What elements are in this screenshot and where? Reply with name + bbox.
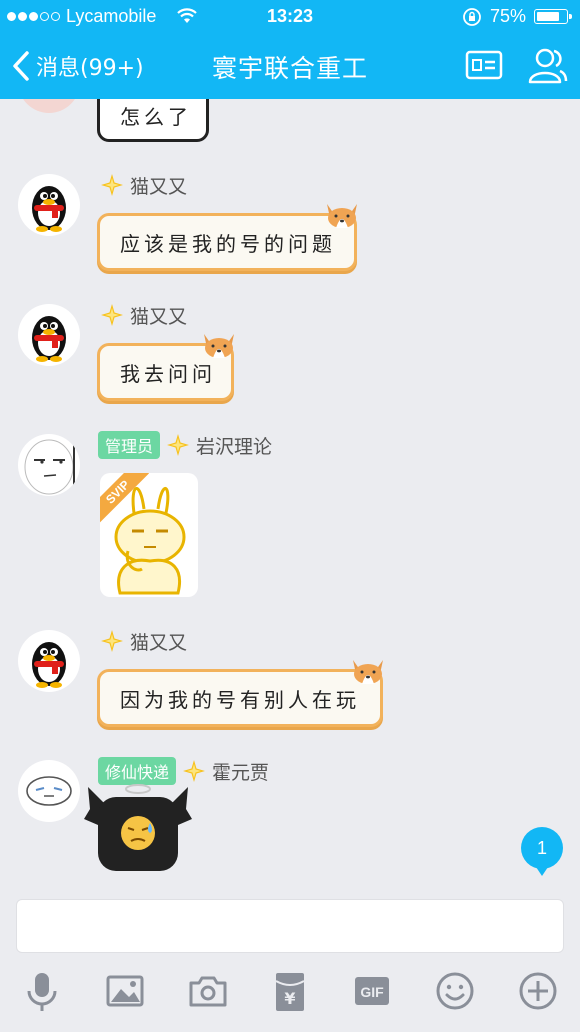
avatar[interactable]: [18, 174, 80, 236]
corgi-decoration-icon: [327, 204, 357, 228]
gif-icon: GIF: [355, 977, 389, 1005]
level-star-icon: [101, 630, 123, 652]
rotation-lock-icon: [463, 8, 481, 26]
angel-emoji-sticker-icon[interactable]: [84, 779, 192, 875]
sender-name: 霍元贾: [212, 761, 270, 784]
sender-row: 猫又又: [100, 627, 187, 655]
avatar[interactable]: [18, 760, 80, 822]
input-bar: ¥ GIF: [0, 889, 580, 1032]
sender-row: 猫又又: [100, 171, 187, 199]
more-button[interactable]: [516, 969, 560, 1013]
level-star-icon: [167, 434, 190, 456]
unread-count-badge[interactable]: 1: [521, 827, 563, 876]
corgi-decoration-icon: [204, 334, 234, 358]
message-bubble[interactable]: 因为我的号有别人在玩: [97, 660, 383, 727]
back-label: 消息(99+): [36, 56, 144, 81]
message-input[interactable]: [16, 899, 564, 953]
gif-button[interactable]: GIF: [350, 969, 394, 1013]
qq-penguin-avatar-icon: [32, 316, 66, 362]
plus-icon: [519, 972, 557, 1010]
message-bubble[interactable]: 我去问问: [97, 334, 234, 401]
group-members-icon[interactable]: [526, 44, 568, 86]
message-bubble[interactable]: 怎么了: [97, 99, 209, 142]
status-bar: Lycamobile 13:23 75%: [0, 0, 580, 34]
emoji-icon: [436, 972, 474, 1010]
qq-penguin-avatar-icon: [32, 186, 66, 232]
sender-name: 猫又又: [130, 631, 188, 654]
battery-icon: [534, 9, 572, 24]
avatar[interactable]: [18, 434, 80, 496]
image-icon: [106, 975, 144, 1007]
image-button[interactable]: [103, 969, 147, 1013]
role-badge: 管理员: [98, 431, 161, 459]
sender-row: 管理员 岩沢理论: [98, 431, 272, 459]
avatar[interactable]: [18, 630, 80, 692]
cartoon-face-avatar-icon: [24, 439, 75, 495]
chat-title: 寰宇联合重工: [211, 54, 368, 83]
message-text: 怎么了: [120, 105, 192, 129]
camera-button[interactable]: [186, 969, 230, 1013]
avatar[interactable]: [18, 304, 80, 366]
sender-name: 猫又又: [130, 175, 188, 198]
sticker-message[interactable]: SVIP: [100, 473, 198, 597]
emoji-button[interactable]: [433, 969, 477, 1013]
message-bubble[interactable]: 应该是我的号的问题: [97, 204, 357, 271]
sender-name: 岩沢理论: [196, 435, 273, 458]
doodle-avatar-icon: [26, 776, 72, 806]
sender-name: 猫又又: [130, 305, 188, 328]
avatar[interactable]: [18, 99, 80, 113]
battery-percent: 75%: [490, 6, 527, 26]
red-packet-button[interactable]: ¥: [268, 969, 312, 1013]
input-toolbar: ¥ GIF: [0, 969, 580, 1019]
group-profile-card-icon[interactable]: [465, 50, 503, 80]
corgi-decoration-icon: [353, 660, 383, 684]
red-packet-icon: ¥: [275, 973, 305, 1011]
level-star-icon: [101, 304, 123, 326]
top-bar: Lycamobile 13:23 75% 消息(99+) 寰宇联合重工: [0, 0, 580, 99]
gif-label: GIF: [360, 984, 384, 1000]
back-button[interactable]: 消息(99+): [10, 48, 144, 84]
red-packet-label: ¥: [284, 989, 295, 1008]
sender-row: 猫又又: [100, 301, 187, 329]
camera-icon: [189, 976, 227, 1007]
chat-area[interactable]: 怎么了 猫又又 应该是我的号的问题 猫又又 我去问问 管理员 岩沢理论 SVIP…: [0, 99, 580, 889]
chevron-left-icon: [13, 51, 29, 81]
message-text: 我去问问: [120, 361, 216, 386]
message-text: 应该是我的号的问题: [120, 231, 336, 256]
microphone-icon: [27, 973, 57, 1011]
message-text: 因为我的号有别人在玩: [120, 687, 360, 712]
qq-penguin-avatar-icon: [32, 642, 66, 688]
voice-button[interactable]: [20, 969, 64, 1013]
level-star-icon: [101, 174, 123, 196]
